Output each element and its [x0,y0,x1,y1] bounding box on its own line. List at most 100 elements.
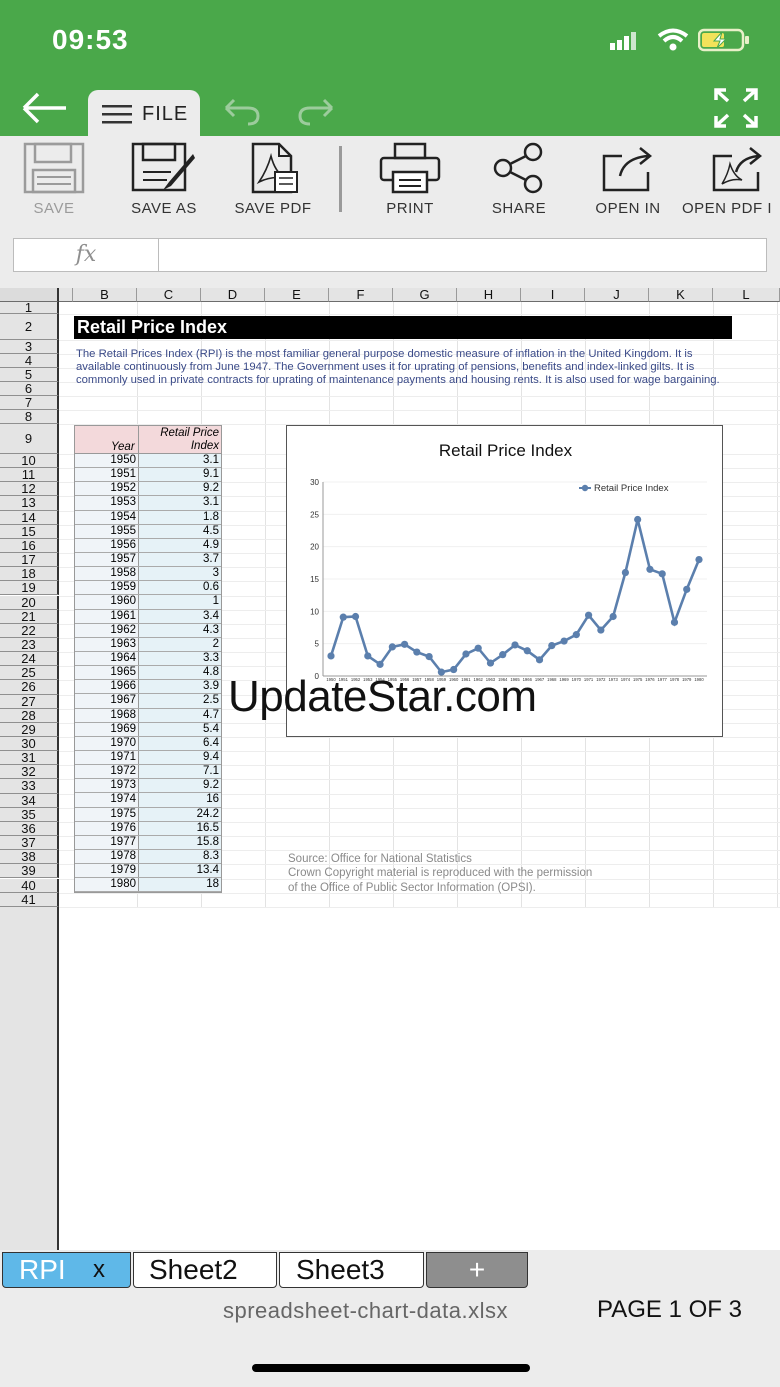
index-cell[interactable]: 13.4 [139,864,221,878]
file-menu-tab[interactable]: FILE [88,90,200,138]
index-cell[interactable]: 3.7 [139,552,221,567]
row-header-30[interactable]: 30 [0,736,59,752]
index-cell[interactable]: 24.2 [139,807,221,821]
column-header-f[interactable]: F [329,288,393,302]
year-cell[interactable]: 1973 [75,779,139,793]
row-header-14[interactable]: 14 [0,510,59,525]
row-header-10[interactable]: 10 [0,453,59,469]
row-header-35[interactable]: 35 [0,807,59,822]
row-header-21[interactable]: 21 [0,609,59,624]
home-indicator[interactable] [252,1364,530,1372]
year-cell[interactable]: 1951 [75,468,139,482]
row-header-8[interactable]: 8 [0,410,59,424]
back-arrow-icon[interactable] [18,88,70,128]
row-header-20[interactable]: 20 [0,595,59,610]
fullscreen-icon[interactable] [714,88,758,128]
row-header-25[interactable]: 25 [0,666,59,681]
column-header-a[interactable] [59,288,73,302]
year-cell[interactable]: 1977 [75,835,139,849]
row-header-27[interactable]: 27 [0,694,59,709]
column-header-e[interactable]: E [265,288,329,302]
row-header-19[interactable]: 19 [0,581,59,596]
row-header-13[interactable]: 13 [0,496,59,511]
index-cell[interactable]: 4.3 [139,623,221,637]
column-header-i[interactable]: I [521,288,585,302]
header-year[interactable]: Year [111,441,135,453]
header-index[interactable]: Retail Price Index [160,427,219,453]
index-cell[interactable]: 1 [139,595,221,609]
year-cell[interactable]: 1950 [75,454,139,468]
index-cell[interactable]: 16 [139,793,221,807]
column-header-b[interactable]: B [73,288,137,302]
row-header-28[interactable]: 28 [0,708,59,723]
share-button[interactable]: SHARE [467,142,571,217]
index-cell[interactable]: 1.8 [139,510,221,524]
row-header-17[interactable]: 17 [0,552,59,568]
row-header-26[interactable]: 26 [0,680,59,695]
row-header-41[interactable]: 41 [0,892,59,907]
year-cell[interactable]: 1962 [75,623,139,637]
year-cell[interactable]: 1960 [75,595,139,609]
year-cell[interactable]: 1955 [75,524,139,538]
row-header-22[interactable]: 22 [0,623,59,638]
row-header-16[interactable]: 16 [0,538,59,554]
row-header-29[interactable]: 29 [0,722,59,737]
row-header-33[interactable]: 33 [0,779,59,794]
column-header-l[interactable]: L [713,288,780,302]
index-cell[interactable]: 3.1 [139,496,221,510]
index-cell[interactable]: 15.8 [139,835,221,849]
index-cell[interactable]: 9.1 [139,468,221,482]
open-in-button[interactable]: OPEN IN [576,142,680,217]
index-cell[interactable]: 18 [139,878,221,892]
row-header-1[interactable]: 1 [0,301,59,314]
year-cell[interactable]: 1953 [75,496,139,510]
row-header-31[interactable]: 31 [0,750,59,766]
row-header-9[interactable]: 9 [0,424,59,454]
tab-sheet3[interactable]: Sheet3 [279,1252,424,1288]
index-cell[interactable]: 3.1 [139,454,221,468]
year-cell[interactable]: 1966 [75,680,139,694]
row-header-12[interactable]: 12 [0,482,59,497]
print-button[interactable]: PRINT [358,142,462,217]
year-cell[interactable]: 1967 [75,694,139,708]
year-cell[interactable]: 1979 [75,864,139,878]
year-cell[interactable]: 1961 [75,609,139,623]
year-cell[interactable]: 1976 [75,821,139,835]
index-cell[interactable]: 3.4 [139,609,221,623]
sheet-title[interactable]: Retail Price Index [74,316,732,339]
column-header-d[interactable]: D [201,288,265,302]
index-cell[interactable]: 3.3 [139,651,221,666]
year-cell[interactable]: 1972 [75,765,139,779]
redo-icon[interactable] [296,96,338,126]
year-cell[interactable]: 1975 [75,807,139,821]
year-cell[interactable]: 1954 [75,510,139,524]
column-header-k[interactable]: K [649,288,713,302]
column-header-h[interactable]: H [457,288,521,302]
year-cell[interactable]: 1971 [75,750,139,765]
index-cell[interactable]: 4.8 [139,666,221,680]
row-header-40[interactable]: 40 [0,878,59,893]
row-header-2[interactable]: 2 [0,314,59,340]
fx-label[interactable]: fx [13,238,159,272]
year-cell[interactable]: 1956 [75,538,139,552]
year-cell[interactable]: 1965 [75,666,139,680]
index-cell[interactable]: 4.7 [139,708,221,722]
index-cell[interactable]: 0.6 [139,581,221,595]
row-header-11[interactable]: 11 [0,467,59,483]
sheet-description[interactable]: The Retail Prices Index (RPI) is the mos… [76,348,736,386]
row-header-3[interactable]: 3 [0,340,59,354]
year-cell[interactable]: 1964 [75,651,139,666]
row-header-4[interactable]: 4 [0,354,59,368]
row-header-36[interactable]: 36 [0,821,59,837]
row-header-6[interactable]: 6 [0,382,59,396]
column-header-j[interactable]: J [585,288,649,302]
year-cell[interactable]: 1980 [75,878,139,892]
year-cell[interactable]: 1963 [75,637,139,651]
index-cell[interactable]: 7.1 [139,765,221,779]
tab-rpi[interactable]: RPI x [2,1252,131,1288]
year-cell[interactable]: 1959 [75,581,139,595]
row-header-32[interactable]: 32 [0,765,59,780]
index-cell[interactable]: 4.5 [139,524,221,538]
index-cell[interactable]: 3 [139,567,221,581]
row-header-37[interactable]: 37 [0,835,59,851]
